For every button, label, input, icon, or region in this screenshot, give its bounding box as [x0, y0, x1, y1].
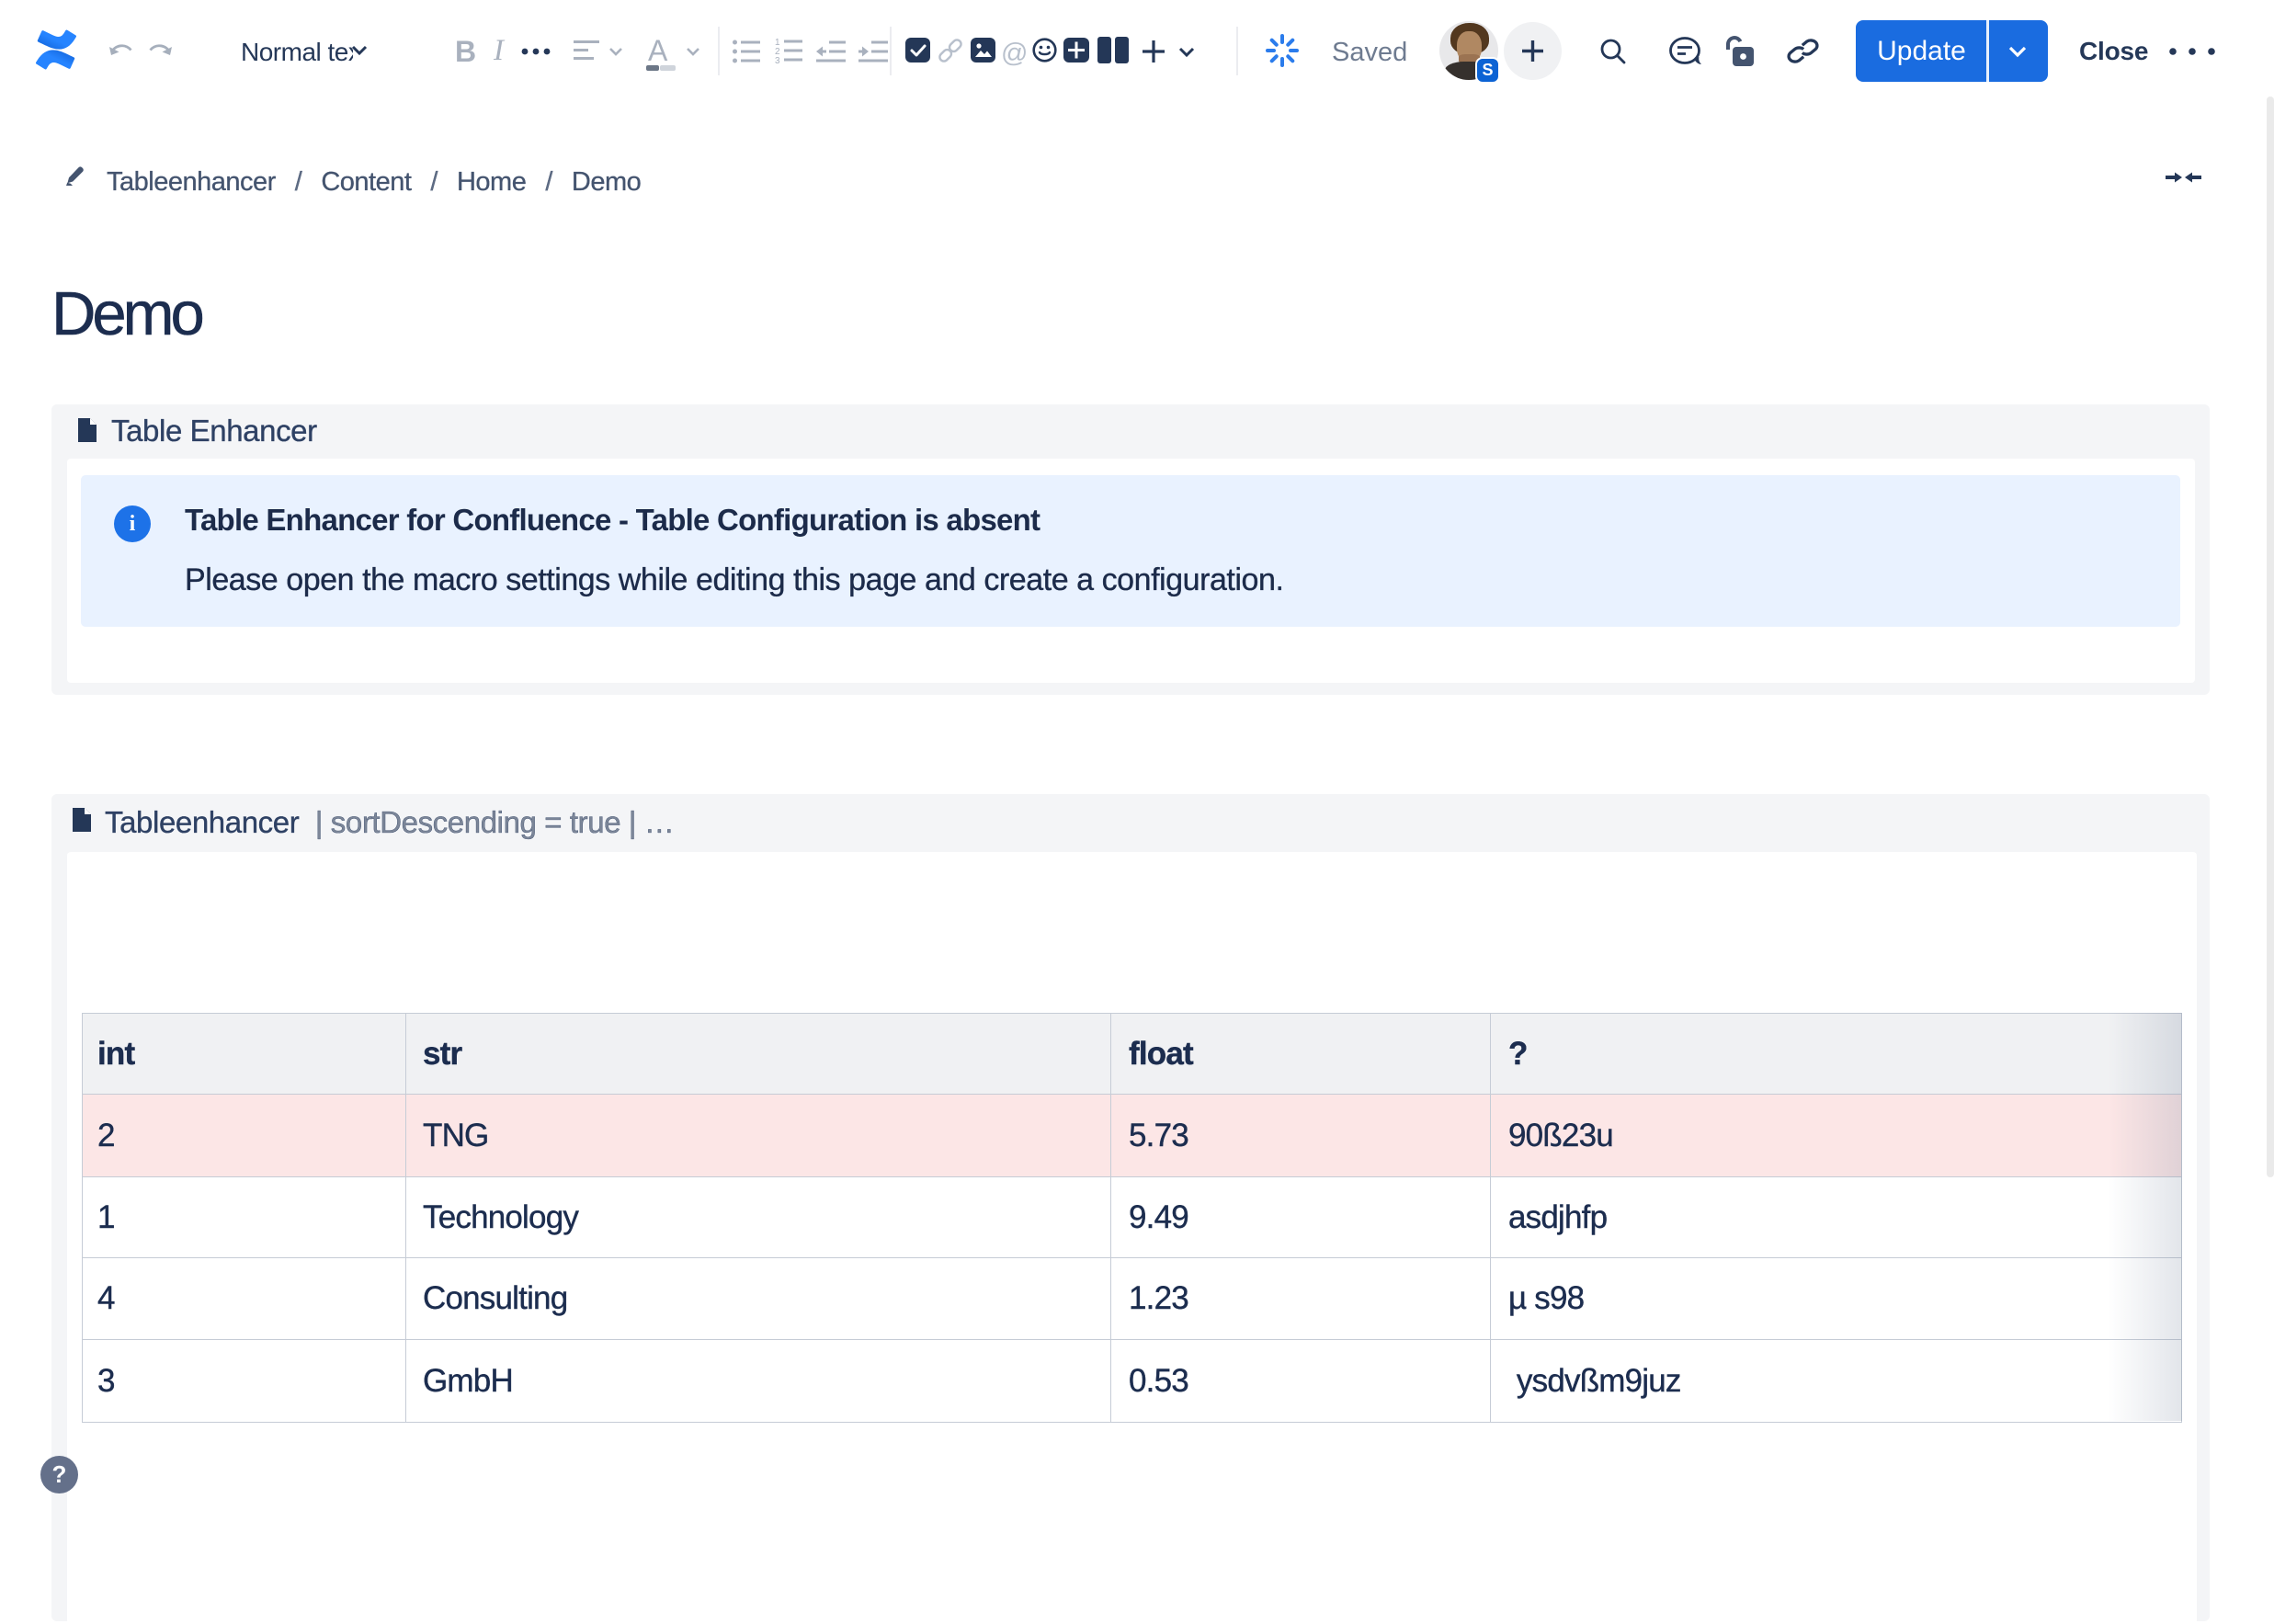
svg-text:3: 3: [775, 56, 780, 63]
